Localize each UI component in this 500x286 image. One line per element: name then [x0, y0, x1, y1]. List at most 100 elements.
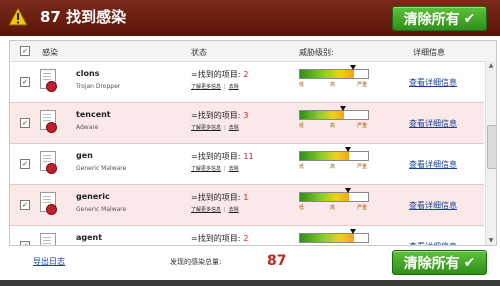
- results-header: 87 找到感染 清除所有 ✔: [0, 0, 500, 36]
- link-separator: |: [224, 84, 226, 90]
- scroll-thumb[interactable]: [487, 125, 496, 169]
- clear-all-label: 清除所有: [403, 11, 460, 28]
- scale-critical: 严重: [357, 205, 368, 211]
- infection-count: 87: [40, 8, 61, 26]
- warning-icon: [8, 7, 28, 26]
- threat-marker-icon: [350, 229, 356, 234]
- total-count: 87: [267, 253, 287, 269]
- scale-high: 高: [330, 245, 335, 246]
- threat-marker-icon: [350, 65, 356, 70]
- row-checkbox[interactable]: ✓: [20, 200, 30, 210]
- view-details-link[interactable]: 查看详细信息: [409, 77, 457, 88]
- found-count: 11: [243, 152, 254, 161]
- threat-meter: [299, 69, 369, 79]
- col-status: 状态: [191, 48, 207, 57]
- infection-type: Adware: [76, 124, 99, 131]
- scale-critical: 严重: [357, 123, 368, 129]
- found-count: 1: [243, 193, 249, 202]
- infection-type: Generic Malware: [76, 206, 127, 213]
- col-threat: 威胁级别:: [299, 48, 334, 57]
- row-checkbox[interactable]: ✓: [20, 118, 30, 128]
- infection-type: Trojan Dropper: [76, 83, 121, 90]
- scale-critical: 严重: [357, 82, 368, 88]
- row-checkbox[interactable]: ✓: [20, 77, 30, 87]
- view-details-link[interactable]: 查看详细信息: [409, 200, 457, 211]
- bug-icon: [46, 122, 57, 133]
- clear-all-label-bottom: 清除所有: [403, 255, 460, 272]
- link-separator: |: [224, 125, 226, 131]
- status-text: =找到的项目: 1: [191, 192, 249, 203]
- infections-panel: ✓ 感染 状态 威胁级别: 详细信息 ✓ clons Trojan Dropper =…: [9, 40, 497, 246]
- clear-all-button[interactable]: 清除所有 ✔: [392, 6, 487, 31]
- threat-marker-icon: [345, 188, 351, 193]
- scale-low: 低: [299, 123, 305, 129]
- remove-link[interactable]: 去除: [229, 84, 239, 90]
- threat-marker-icon: [340, 106, 346, 111]
- scale-high: 高: [330, 123, 336, 129]
- found-count: 2: [243, 70, 249, 79]
- status-links: 了解更多信息 | 去除: [191, 83, 239, 90]
- found-count: 3: [243, 111, 249, 120]
- threat-meter-fill: [300, 234, 354, 242]
- bug-icon: [46, 163, 57, 174]
- scale-low: 低: [299, 82, 305, 88]
- bug-icon: [46, 81, 57, 92]
- threat-meter-fill: [300, 193, 349, 201]
- bug-icon: [46, 204, 57, 215]
- bug-icon: [46, 245, 57, 246]
- scale-critical: 严重: [357, 245, 367, 246]
- remove-link[interactable]: 去除: [229, 125, 239, 131]
- row-checkbox[interactable]: ✓: [20, 241, 30, 245]
- learn-more-link[interactable]: 了解更多信息: [191, 125, 221, 131]
- export-log-link[interactable]: 导出日志: [33, 256, 65, 267]
- bottom-bar: [0, 280, 500, 286]
- scale-high: 高: [330, 205, 336, 211]
- infection-name: clons: [76, 69, 100, 78]
- link-separator: |: [224, 166, 226, 172]
- threat-meter: [299, 151, 369, 161]
- found-label: =找到的项目:: [191, 111, 241, 120]
- scrollbar[interactable]: ▲ ▼: [485, 61, 496, 245]
- threat-meter-fill: [300, 70, 354, 78]
- threat-meter: [299, 192, 369, 202]
- scroll-up-icon[interactable]: ▲: [486, 61, 496, 70]
- learn-more-link[interactable]: 了解更多信息: [191, 84, 221, 90]
- remove-link[interactable]: 去除: [229, 207, 239, 213]
- scale-low: 低: [299, 205, 305, 211]
- found-label: =找到的项目:: [191, 234, 241, 243]
- remove-link[interactable]: 去除: [229, 166, 239, 172]
- found-count: 2: [243, 234, 249, 243]
- checkmark-icon: ✔: [463, 10, 476, 27]
- view-details-link[interactable]: 查看详细信息: [409, 241, 457, 245]
- scale-low: 低: [299, 164, 305, 170]
- status-text: =找到的项目: 2: [191, 69, 249, 80]
- infected-file-icon: [40, 233, 56, 245]
- infection-row: ✓ gen Generic Malware =找到的项目: 11 了解更多信息 | 去除 低 高 严…: [10, 144, 484, 185]
- threat-meter-fill: [300, 152, 349, 160]
- scale-high: 高: [330, 82, 336, 88]
- scale-high: 高: [330, 164, 336, 170]
- col-details: 详细信息: [413, 48, 445, 57]
- total-label: 发现的感染总量:: [170, 258, 222, 266]
- status-links: 了解更多信息 | 去除: [191, 206, 239, 213]
- infection-name: gen: [76, 151, 93, 160]
- clear-all-button-bottom[interactable]: 清除所有 ✔: [392, 250, 487, 275]
- scroll-down-icon[interactable]: ▼: [486, 236, 496, 245]
- status-text: =找到的项目: 2: [191, 233, 249, 244]
- infection-name: agent: [76, 233, 103, 242]
- view-details-link[interactable]: 查看详细信息: [409, 118, 457, 129]
- infection-row: ✓ generic Generic Malware =找到的项目: 1 了解更多信息 | 去除…: [10, 185, 484, 226]
- learn-more-link[interactable]: 了解更多信息: [191, 166, 221, 172]
- select-all-checkbox[interactable]: ✓: [20, 46, 30, 56]
- link-separator: |: [224, 207, 226, 213]
- status-links: 了解更多信息 | 去除: [191, 124, 239, 131]
- found-label: =找到的项目:: [191, 152, 241, 161]
- threat-meter: [299, 233, 369, 243]
- status-links: 了解更多信息 | 去除: [191, 165, 239, 172]
- status-text: =找到的项目: 3: [191, 110, 249, 121]
- row-checkbox[interactable]: ✓: [20, 159, 30, 169]
- status-text: =找到的项目: 11: [191, 151, 254, 162]
- infection-name: generic: [76, 192, 110, 201]
- view-details-link[interactable]: 查看详细信息: [409, 159, 457, 170]
- learn-more-link[interactable]: 了解更多信息: [191, 207, 221, 213]
